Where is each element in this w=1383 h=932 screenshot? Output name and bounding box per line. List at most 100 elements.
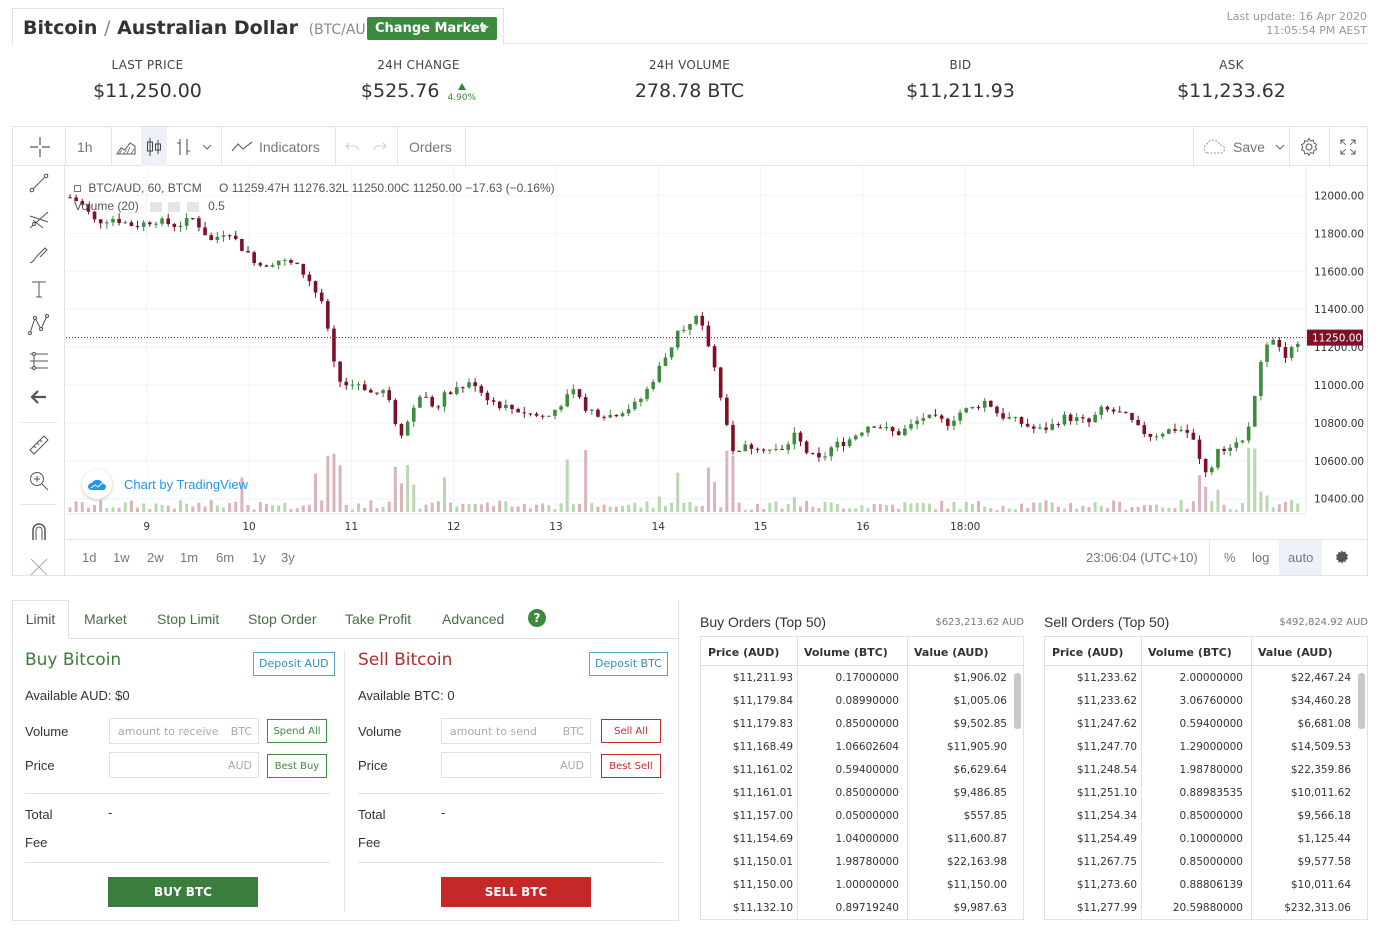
volume-bar bbox=[958, 509, 962, 512]
arrow-left-icon[interactable] bbox=[25, 384, 53, 410]
buy-btc-button[interactable]: BUY BTC bbox=[108, 877, 258, 907]
gear-icon[interactable] bbox=[1297, 127, 1321, 166]
range-1m[interactable]: 1m bbox=[180, 550, 198, 565]
table-row[interactable]: $11,161.02 0.59400000 $6,629.64 bbox=[701, 759, 1023, 782]
auto-toggle[interactable]: auto bbox=[1279, 540, 1323, 575]
table-row[interactable]: $11,211.93 0.17000000 $1,906.02 bbox=[701, 667, 1023, 690]
column-header[interactable]: Price (AUD) bbox=[708, 646, 779, 659]
help-icon[interactable]: ? bbox=[528, 609, 546, 627]
buy-orders-table[interactable]: Price (AUD) Volume (BTC) Value (AUD) $11… bbox=[700, 636, 1024, 920]
tab-advanced[interactable]: Advanced bbox=[442, 611, 504, 627]
range-1d[interactable]: 1d bbox=[82, 550, 96, 565]
sell-volume-input[interactable]: amount to send BTC bbox=[441, 718, 591, 744]
tradingview-attribution[interactable]: Chart by TradingView bbox=[82, 469, 248, 499]
save-button[interactable]: Save bbox=[1201, 127, 1285, 166]
candles-icon[interactable] bbox=[141, 127, 167, 166]
table-row[interactable]: $11,179.84 0.08990000 $1,005.06 bbox=[701, 690, 1023, 713]
prediction-icon[interactable] bbox=[25, 348, 53, 374]
table-row[interactable]: $11,150.00 1.00000000 $11,150.00 bbox=[701, 874, 1023, 897]
volume-bar bbox=[1142, 505, 1146, 512]
range-1w[interactable]: 1w bbox=[113, 550, 130, 565]
table-row[interactable]: $11,273.60 0.88806139 $10,011.64 bbox=[1045, 874, 1367, 897]
table-row[interactable]: $11,157.00 0.05000000 $557.85 bbox=[701, 805, 1023, 828]
compare-icon[interactable] bbox=[173, 127, 195, 166]
range-6m[interactable]: 6m bbox=[216, 550, 234, 565]
table-row[interactable]: $11,233.62 3.06760000 $34,460.28 bbox=[1045, 690, 1367, 713]
candle-body bbox=[725, 397, 729, 425]
tab-limit[interactable]: Limit bbox=[12, 600, 69, 639]
sell-all-button[interactable]: Sell All bbox=[601, 719, 661, 743]
table-row[interactable]: $11,247.62 0.59400000 $6,681.08 bbox=[1045, 713, 1367, 736]
table-row[interactable]: $11,248.54 1.98780000 $22,359.86 bbox=[1045, 759, 1367, 782]
crosshair-icon[interactable] bbox=[27, 127, 53, 166]
table-row[interactable]: $11,154.69 1.04000000 $11,600.87 bbox=[701, 828, 1023, 851]
gear-icon[interactable] bbox=[1334, 549, 1350, 570]
sell-orders-table[interactable]: Price (AUD) Volume (BTC) Value (AUD) $11… bbox=[1044, 636, 1368, 920]
tab-stop-order[interactable]: Stop Order bbox=[248, 611, 316, 627]
settings-small-icon[interactable] bbox=[168, 201, 181, 212]
chevron-down-icon[interactable] bbox=[201, 127, 213, 166]
log-toggle[interactable]: log bbox=[1252, 550, 1269, 565]
scrollbar-thumb[interactable] bbox=[1014, 673, 1021, 729]
interval-button[interactable]: 1h bbox=[77, 127, 93, 166]
sell-btc-button[interactable]: SELL BTC bbox=[441, 877, 591, 907]
table-row[interactable]: $11,132.10 0.89719240 $9,987.63 bbox=[701, 897, 1023, 919]
ruler-icon[interactable] bbox=[25, 432, 53, 458]
percent-toggle[interactable]: % bbox=[1224, 550, 1236, 565]
table-row[interactable]: $11,150.01 1.98780000 $22,163.98 bbox=[701, 851, 1023, 874]
pitchfork-icon[interactable] bbox=[25, 206, 53, 232]
buy-price-input[interactable]: AUD bbox=[109, 752, 259, 778]
pattern-icon[interactable] bbox=[25, 312, 53, 338]
candle-body bbox=[1167, 429, 1171, 434]
indicators-button[interactable]: Indicators bbox=[231, 127, 320, 166]
tools-divider bbox=[21, 504, 57, 505]
table-row[interactable]: $11,233.62 2.00000000 $22,467.24 bbox=[1045, 667, 1367, 690]
change-market-button[interactable]: Change Market bbox=[367, 17, 497, 40]
table-row[interactable]: $11,251.10 0.88983535 $10,011.62 bbox=[1045, 782, 1367, 805]
candle-body bbox=[1087, 418, 1091, 423]
column-header[interactable]: Price (AUD) bbox=[1052, 646, 1123, 659]
column-header[interactable]: Value (AUD) bbox=[914, 646, 989, 659]
area-chart-icon[interactable] bbox=[115, 127, 137, 166]
column-header[interactable]: Volume (BTC) bbox=[1148, 646, 1232, 659]
tab-take-profit[interactable]: Take Profit bbox=[345, 611, 411, 627]
range-1y[interactable]: 1y bbox=[252, 550, 266, 565]
table-row[interactable]: $11,254.49 0.10000000 $1,125.44 bbox=[1045, 828, 1367, 851]
orders-button[interactable]: Orders bbox=[409, 127, 452, 166]
sell-price-input[interactable]: AUD bbox=[441, 752, 591, 778]
close-small-icon[interactable] bbox=[186, 201, 199, 212]
best-buy-button[interactable]: Best Buy bbox=[267, 754, 327, 778]
eye-icon[interactable] bbox=[150, 201, 163, 212]
column-header[interactable]: Value (AUD) bbox=[1258, 646, 1333, 659]
column-header[interactable]: Volume (BTC) bbox=[804, 646, 888, 659]
table-row[interactable]: $11,254.34 0.85000000 $9,566.18 bbox=[1045, 805, 1367, 828]
tab-market[interactable]: Market bbox=[84, 611, 127, 627]
table-row[interactable]: $11,179.83 0.85000000 $9,502.85 bbox=[701, 713, 1023, 736]
text-tool-icon[interactable] bbox=[25, 276, 53, 302]
fullscreen-icon[interactable] bbox=[1337, 127, 1359, 166]
table-row[interactable]: $11,247.70 1.29000000 $14,509.53 bbox=[1045, 736, 1367, 759]
scrollbar-thumb[interactable] bbox=[1358, 673, 1365, 729]
candlestick-plot[interactable]: 12000.00 11800.00 11600.00 11400.00 11200.00… bbox=[66, 167, 1366, 539]
trend-line-icon[interactable] bbox=[25, 170, 53, 196]
buy-volume-input[interactable]: amount to receive BTC bbox=[109, 718, 259, 744]
range-3y[interactable]: 3y bbox=[281, 550, 295, 565]
tab-stop-limit[interactable]: Stop Limit bbox=[157, 611, 219, 627]
best-sell-button[interactable]: Best Sell bbox=[601, 754, 661, 778]
table-row[interactable]: $11,168.49 1.06602604 $11,905.90 bbox=[701, 736, 1023, 759]
zoom-in-icon[interactable] bbox=[25, 468, 53, 494]
redo-icon[interactable] bbox=[373, 127, 387, 166]
table-row[interactable]: $11,161.01 0.85000000 $9,486.85 bbox=[701, 782, 1023, 805]
undo-icon[interactable] bbox=[345, 127, 359, 166]
deposit-btc-button[interactable]: Deposit BTC bbox=[589, 652, 668, 676]
brush-icon[interactable] bbox=[25, 242, 53, 268]
table-row[interactable]: $11,277.99 20.59880000 $232,313.06 bbox=[1045, 897, 1367, 919]
hide-drawings-icon[interactable] bbox=[25, 554, 53, 580]
deposit-aud-button[interactable]: Deposit AUD bbox=[253, 652, 335, 676]
chart-canvas[interactable]: 12000.0011800.0011600.0011400.0011200.00… bbox=[66, 167, 1366, 539]
table-row[interactable]: $11,267.75 0.85000000 $9,577.58 bbox=[1045, 851, 1367, 874]
spend-all-button[interactable]: Spend All bbox=[267, 719, 327, 743]
magnet-icon[interactable] bbox=[25, 518, 53, 544]
range-2w[interactable]: 2w bbox=[147, 550, 164, 565]
candle-body bbox=[1209, 467, 1214, 473]
